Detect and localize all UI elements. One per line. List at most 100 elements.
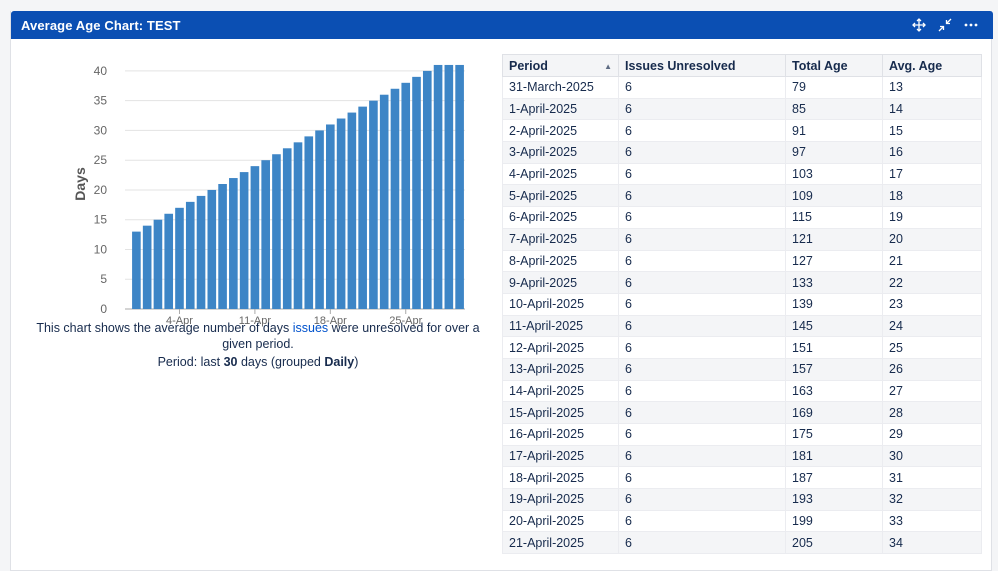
table-cell: 6 (618, 531, 786, 555)
table-cell: 6 (618, 314, 786, 338)
table-body: 31-March-2025 6 79 13 1-April-2025 6 85 14 2-Apr… (502, 76, 982, 555)
bar[interactable] (326, 124, 335, 309)
table-cell: 19-April-2025 (502, 488, 619, 511)
bar[interactable] (336, 118, 346, 310)
table-cell: 6 (618, 227, 786, 251)
period-days: 30 (223, 355, 238, 369)
table-cell: 8-April-2025 (502, 249, 619, 273)
table-row: 11-April-2025 6 145 24 (502, 314, 982, 338)
table-cell: 103 (785, 162, 883, 186)
table-cell: 6 (618, 292, 786, 316)
table-row: 18-April-2025 6 187 31 (502, 466, 982, 490)
bar[interactable] (304, 136, 314, 309)
move-icon[interactable] (911, 17, 927, 33)
table-row: 4-April-2025 6 103 17 (502, 162, 982, 186)
bar[interactable] (293, 142, 303, 309)
table-cell: 31 (882, 466, 982, 490)
more-icon[interactable] (963, 17, 979, 33)
bar[interactable] (390, 88, 400, 309)
table-cell: 6 (618, 509, 786, 533)
table-cell: 6 (618, 423, 786, 446)
table-cell: 33 (882, 509, 982, 533)
bar[interactable] (164, 213, 174, 309)
y-tick-label: 25 (94, 153, 108, 167)
table-cell: 91 (785, 119, 883, 143)
bar[interactable] (196, 195, 206, 309)
table-cell: 6 (618, 76, 786, 99)
table-row: 16-April-2025 6 175 29 (502, 423, 982, 446)
table-cell: 85 (785, 97, 883, 121)
table-cell: 6 (618, 206, 786, 229)
table-cell: 6 (618, 119, 786, 143)
table-cell: 20 (882, 227, 982, 251)
table-cell: 21-April-2025 (502, 531, 619, 555)
table-cell: 29 (882, 423, 982, 446)
table-cell: 205 (785, 531, 883, 555)
column-header-avg-age[interactable]: Avg. Age (882, 54, 982, 77)
bar[interactable] (132, 231, 141, 309)
table-cell: 18 (882, 184, 982, 208)
table-row: 31-March-2025 6 79 13 (502, 76, 982, 99)
bar[interactable] (433, 64, 443, 309)
table-cell: 6 (618, 379, 786, 403)
average-age-table: Period ▲ Issues Unresolved Total Age Avg.… (502, 54, 982, 555)
table-row: 8-April-2025 6 127 21 (502, 249, 982, 273)
table-row: 3-April-2025 6 97 16 (502, 141, 982, 164)
table-cell: 97 (785, 141, 883, 164)
table-cell: 16-April-2025 (502, 423, 619, 446)
table-cell: 25 (882, 336, 982, 359)
issues-link[interactable]: issues (293, 321, 328, 335)
bar[interactable] (444, 64, 454, 309)
bar[interactable] (272, 154, 281, 309)
table-row: 19-April-2025 6 193 32 (502, 488, 982, 511)
table-cell: 151 (785, 336, 883, 359)
average-age-chart: 0 5 10 15 20 25 30 35 40 4-Apr 11-Apr 18-Apr 25-Apr D… (51, 53, 471, 333)
bar[interactable] (358, 106, 367, 309)
table-cell: 16 (882, 141, 982, 164)
bar[interactable] (153, 219, 163, 309)
table-cell: 6 (618, 488, 786, 511)
bar[interactable] (422, 70, 432, 310)
table-cell: 145 (785, 314, 883, 338)
bar[interactable] (218, 184, 227, 309)
bar[interactable] (347, 112, 357, 309)
table-cell: 21 (882, 249, 982, 273)
column-header-label: Period (509, 58, 548, 73)
table-cell: 12-April-2025 (502, 336, 619, 359)
column-header-issues-unresolved[interactable]: Issues Unresolved (618, 54, 786, 77)
column-header-total-age[interactable]: Total Age (785, 54, 883, 77)
bar[interactable] (185, 201, 195, 309)
bar[interactable] (261, 160, 270, 309)
table-cell: 6 (618, 162, 786, 186)
table-cell: 6 (618, 141, 786, 164)
table-cell: 6 (618, 271, 786, 294)
column-header-period[interactable]: Period ▲ (502, 54, 619, 77)
column-header-label: Avg. Age (889, 58, 943, 73)
bar[interactable] (282, 148, 292, 309)
caption-description: This chart shows the average number of d… (23, 320, 493, 352)
minimize-icon[interactable] (937, 17, 953, 33)
table-cell: 14 (882, 97, 982, 121)
bar[interactable] (455, 64, 464, 309)
bar[interactable] (239, 172, 249, 309)
table-cell: 28 (882, 401, 982, 424)
table-cell: 30 (882, 444, 982, 468)
table-row: 13-April-2025 6 157 26 (502, 357, 982, 381)
table-cell: 24 (882, 314, 982, 338)
table-cell: 18-April-2025 (502, 466, 619, 490)
table-row: 9-April-2025 6 133 22 (502, 271, 982, 294)
bar[interactable] (229, 178, 238, 309)
table-cell: 7-April-2025 (502, 227, 619, 251)
bar[interactable] (412, 76, 421, 309)
bar[interactable] (142, 225, 152, 309)
bar[interactable] (315, 130, 324, 309)
bar[interactable] (250, 166, 260, 309)
table-cell: 139 (785, 292, 883, 316)
bar[interactable] (207, 189, 217, 309)
table-cell: 133 (785, 271, 883, 294)
bar[interactable] (401, 82, 411, 309)
bar[interactable] (369, 100, 378, 309)
bar[interactable] (379, 94, 389, 309)
bar[interactable] (175, 207, 184, 309)
table-cell: 15-April-2025 (502, 401, 619, 424)
